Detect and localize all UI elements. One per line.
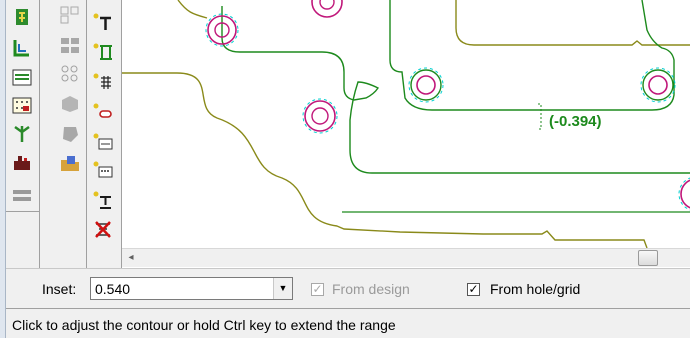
text-anchor-tool-icon[interactable] [91, 188, 115, 211]
blob-tool-icon[interactable] [58, 122, 82, 145]
text-tool-icon[interactable] [91, 10, 115, 33]
group-tool-icon[interactable] [58, 34, 82, 57]
palette-divider [6, 211, 39, 212]
edge-tool-icon[interactable] [10, 36, 34, 59]
inset-label: Inset: [42, 281, 77, 297]
status-bar: Click to adjust the contour or hold Ctrl… [6, 308, 690, 338]
hole-marker [408, 67, 444, 103]
board-outline [177, 0, 208, 19]
from-design-checkbox[interactable]: ✓ [311, 283, 324, 296]
outline-tool-icon[interactable] [10, 152, 34, 175]
palette-divider [86, 0, 87, 268]
slot-tool-icon[interactable] [91, 100, 115, 123]
board-outline [122, 72, 648, 248]
design-canvas[interactable]: (-0.394) [122, 0, 690, 248]
dropdown-arrow-icon[interactable]: ▼ [273, 278, 292, 299]
hole-marker [640, 67, 676, 103]
from-hole-grid-label: From hole/grid [490, 281, 581, 297]
spot-tool-icon[interactable] [10, 6, 34, 29]
measurement-label: (-0.394) [549, 113, 602, 130]
hole-marker [302, 98, 338, 134]
scrollbar-thumb[interactable] [638, 250, 658, 266]
array-tool-icon[interactable] [58, 62, 82, 85]
folder-tool-icon[interactable] [58, 152, 82, 175]
pins-tool-icon[interactable] [91, 70, 115, 93]
layer-tool-icon[interactable] [10, 66, 34, 89]
board-outline [455, 0, 690, 46]
cluster-tool-icon[interactable] [58, 4, 82, 27]
tab-tool-icon[interactable] [91, 40, 115, 63]
from-design-label: From design [332, 281, 410, 297]
board-tool-icon[interactable] [91, 158, 115, 181]
hole-marker [311, 0, 343, 18]
from-hole-grid-checkbox[interactable]: ✓ [467, 283, 480, 296]
status-message: Click to adjust the contour or hold Ctrl… [12, 317, 396, 333]
shape-tool-icon[interactable] [58, 92, 82, 115]
delete-tool-icon[interactable] [91, 218, 115, 241]
inset-combobox[interactable]: 0.540 ▼ [90, 277, 293, 300]
contour-path [389, 0, 675, 111]
horizontal-scrollbar[interactable]: ◂ [122, 248, 690, 267]
scroll-left-arrow-icon[interactable]: ◂ [124, 251, 138, 265]
hole-marker [678, 177, 690, 211]
frame-tool-icon[interactable] [10, 184, 34, 207]
option-bar: Inset: 0.540 ▼ ✓ From design ✓ From hole… [6, 268, 690, 308]
palette-divider [39, 0, 40, 268]
measure-cursor [538, 103, 542, 130]
branch-tool-icon[interactable] [10, 122, 34, 145]
tool-palette [6, 0, 122, 268]
pad-tool-icon[interactable] [91, 130, 115, 153]
grid-tool-icon[interactable] [10, 94, 34, 117]
inset-value[interactable]: 0.540 [95, 281, 130, 297]
